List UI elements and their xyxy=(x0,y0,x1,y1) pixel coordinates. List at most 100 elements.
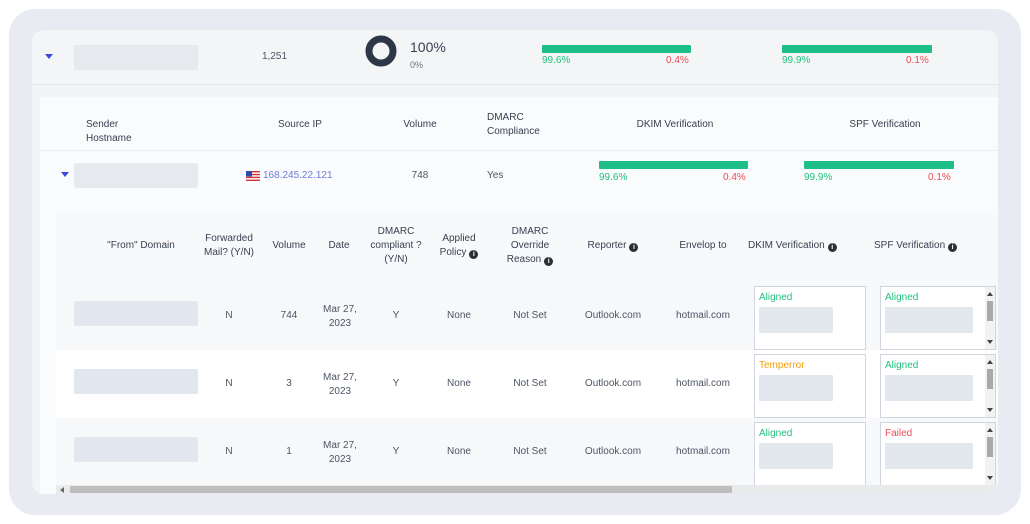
dkim-pass-percent: 99.6% xyxy=(542,55,571,66)
sender-volume: 748 xyxy=(411,170,429,181)
scroll-down-icon[interactable] xyxy=(987,340,993,344)
from-domain-placeholder xyxy=(74,369,198,394)
header-forwarded-mail: Forwarded Mail? (Y/N) xyxy=(203,233,254,258)
caret-down-icon[interactable] xyxy=(45,54,53,59)
scroll-down-icon[interactable] xyxy=(987,408,993,412)
forwarded-value: N xyxy=(225,378,233,389)
dkim-fail-percent: 0.4% xyxy=(723,172,746,183)
volume-value: 744 xyxy=(280,310,298,321)
dkim-status: Temperror xyxy=(759,360,805,371)
reporter-value: Outlook.com xyxy=(584,378,642,389)
caret-down-icon[interactable] xyxy=(61,172,69,177)
compliance-percent: 100% xyxy=(410,39,446,55)
header-spf-label: SPF Verification xyxy=(874,240,946,251)
table-row[interactable]: N 1 Mar 27, 2023 Y None Not Set Outlook.… xyxy=(56,418,998,486)
spf-detail-placeholder xyxy=(885,307,973,333)
table-row[interactable]: N 744 Mar 27, 2023 Y None Not Set Outloo… xyxy=(56,282,998,350)
dkim-result-box[interactable]: Temperror xyxy=(754,354,866,418)
scrollbar[interactable] xyxy=(985,287,995,349)
header-spf-verification: SPF Verification xyxy=(849,119,921,130)
dkim-pass-percent: 99.6% xyxy=(599,172,628,183)
summary-volume: 1,251 xyxy=(262,51,288,62)
info-icon[interactable]: i xyxy=(469,250,479,259)
spf-fail-percent: 0.1% xyxy=(906,55,929,66)
compliant-value: Y xyxy=(392,446,400,457)
info-icon[interactable]: i xyxy=(629,243,639,252)
scroll-up-icon[interactable] xyxy=(987,428,993,432)
scroll-up-icon[interactable] xyxy=(987,292,993,296)
sender-table-header: Sender Hostname Source IP Volume DMARC C… xyxy=(40,97,998,151)
policy-value: None xyxy=(447,446,471,457)
summary-row[interactable]: 1,251 100% 0% 99.6% 0.4% 99.9% 0.1% xyxy=(32,30,998,85)
dkim-detail-placeholder xyxy=(759,375,833,401)
source-ip-link[interactable]: 168.245.22.121 xyxy=(263,170,333,181)
policy-value: None xyxy=(447,378,471,389)
date-value: Mar 27, 2023 xyxy=(323,304,357,329)
header-reporter-label: Reporter xyxy=(587,240,627,251)
scroll-up-icon[interactable] xyxy=(987,360,993,364)
dkim-detail-placeholder xyxy=(759,443,833,469)
spf-pass-percent: 99.9% xyxy=(804,172,833,183)
header-dkim-verification: DKIM Verification i xyxy=(748,239,858,253)
header-date: Date xyxy=(328,240,350,251)
domain-placeholder xyxy=(74,45,198,70)
scrollbar[interactable] xyxy=(985,423,995,485)
from-domain-placeholder xyxy=(74,301,198,326)
donut-chart-icon xyxy=(365,35,397,67)
header-applied-policy: Applied Policy i xyxy=(432,232,486,260)
volume-value: 3 xyxy=(286,378,292,389)
us-flag-icon xyxy=(246,171,260,181)
header-reporter: Reporter i xyxy=(578,239,648,253)
detail-table: "From" Domain Forwarded Mail? (Y/N) Volu… xyxy=(56,210,998,494)
override-value: Not Set xyxy=(513,310,547,321)
header-sender-hostname: Sender Hostname xyxy=(86,119,132,144)
scrollbar[interactable] xyxy=(985,355,995,417)
dkim-detail-placeholder xyxy=(759,307,833,333)
header-dmarc-compliance: DMARC Compliance xyxy=(487,112,540,137)
scroll-thumb[interactable] xyxy=(70,486,732,493)
envelop-to-value: hotmail.com xyxy=(676,310,730,321)
spf-result-box[interactable]: Aligned xyxy=(880,354,996,418)
scroll-thumb[interactable] xyxy=(987,369,993,389)
spf-fail-percent: 0.1% xyxy=(928,172,951,183)
horizontal-scrollbar[interactable] xyxy=(56,485,998,494)
spf-result-box[interactable]: Failed xyxy=(880,422,996,486)
volume-value: 1 xyxy=(286,446,292,457)
header-dkim-label: DKIM Verification xyxy=(748,240,825,251)
scroll-thumb[interactable] xyxy=(987,301,993,321)
hostname-placeholder xyxy=(74,163,198,188)
info-icon[interactable]: i xyxy=(948,243,958,252)
dkim-result-box[interactable]: Aligned xyxy=(754,422,866,486)
scroll-down-icon[interactable] xyxy=(987,476,993,480)
header-source-ip: Source IP xyxy=(278,119,322,130)
header-spf-verification: SPF Verification i xyxy=(874,239,974,253)
info-icon[interactable]: i xyxy=(827,243,837,252)
info-icon[interactable]: i xyxy=(544,257,554,266)
date-value: Mar 27, 2023 xyxy=(323,372,357,397)
dkim-result-box[interactable]: Aligned xyxy=(754,286,866,350)
header-volume: Volume xyxy=(272,240,306,251)
envelop-to-value: hotmail.com xyxy=(676,378,730,389)
spf-result-box[interactable]: Aligned xyxy=(880,286,996,350)
header-dkim-verification: DKIM Verification xyxy=(636,119,714,130)
table-row[interactable]: N 3 Mar 27, 2023 Y None Not Set Outlook.… xyxy=(56,350,998,418)
sender-table: Sender Hostname Source IP Volume DMARC C… xyxy=(40,97,998,494)
sender-row[interactable]: 168.245.22.121 748 Yes 99.6% 0.4% 99.9% … xyxy=(40,151,998,197)
detail-table-header: "From" Domain Forwarded Mail? (Y/N) Volu… xyxy=(56,210,998,282)
scroll-left-icon[interactable] xyxy=(60,487,64,493)
override-value: Not Set xyxy=(513,378,547,389)
compliant-value: Y xyxy=(392,310,400,321)
spf-pass-bar xyxy=(782,45,932,53)
reporter-value: Outlook.com xyxy=(584,446,642,457)
override-value: Not Set xyxy=(513,446,547,457)
spf-status: Failed xyxy=(885,428,913,439)
from-domain-placeholder xyxy=(74,437,198,462)
header-from-domain: "From" Domain xyxy=(107,240,175,251)
dkim-status: Aligned xyxy=(759,428,793,439)
header-volume: Volume xyxy=(403,119,437,130)
scroll-thumb[interactable] xyxy=(987,437,993,457)
header-envelop-to: Envelop to xyxy=(679,240,727,251)
dkim-pass-bar xyxy=(599,161,748,169)
dkim-status: Aligned xyxy=(759,292,793,303)
spf-pass-percent: 99.9% xyxy=(782,55,811,66)
